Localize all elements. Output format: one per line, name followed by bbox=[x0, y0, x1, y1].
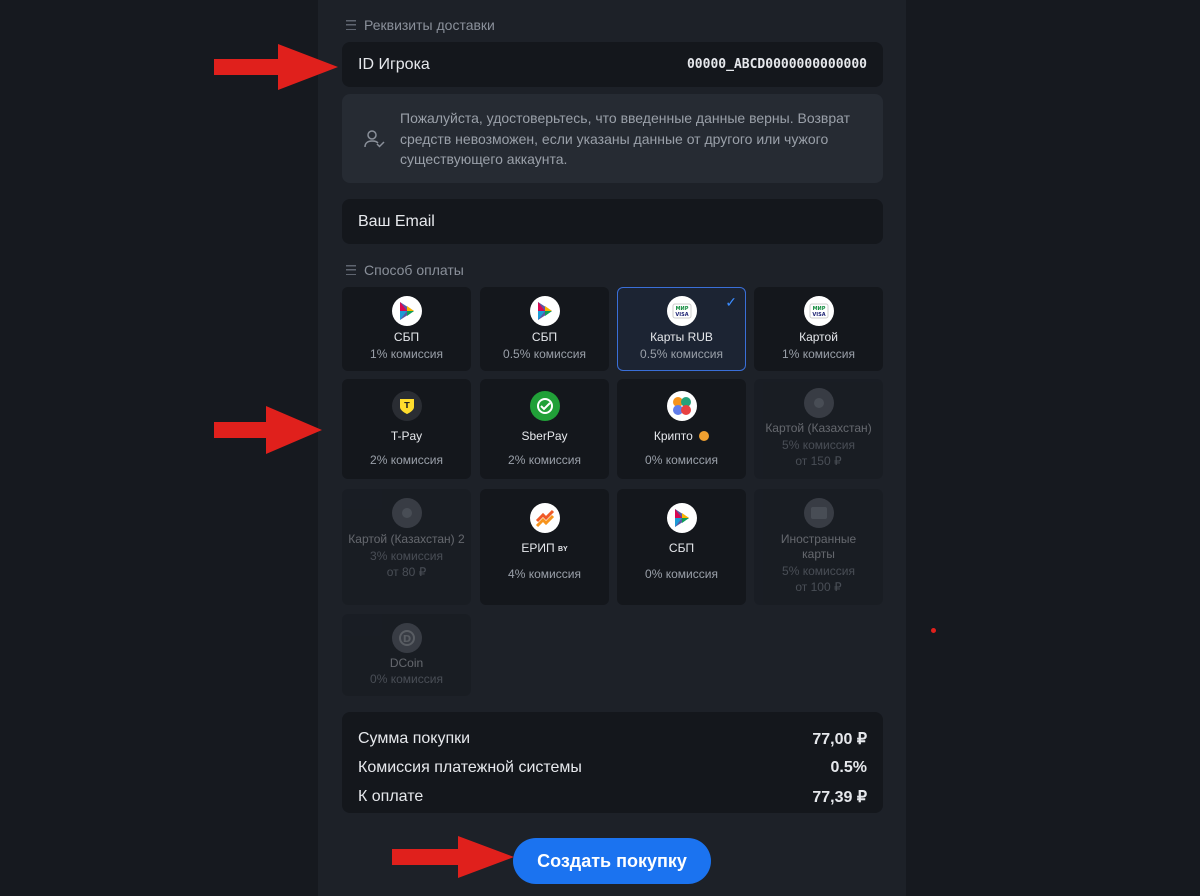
player-id-field[interactable]: ID Игрока 00000_ABCD0000000000000 bbox=[342, 42, 883, 87]
payment-method-fee: 2% комиссия bbox=[370, 453, 443, 467]
svg-text:VISA: VISA bbox=[675, 312, 688, 318]
email-field[interactable]: Ваш Email bbox=[342, 199, 883, 244]
payment-method-fee: 0.5% комиссия bbox=[640, 347, 723, 361]
payment-method-card[interactable]: МИР VISA Картой 1% комиссия bbox=[754, 287, 883, 371]
tpay-icon: T bbox=[391, 391, 422, 421]
total-label: К оплате bbox=[358, 787, 424, 805]
kz-card-icon bbox=[391, 498, 422, 528]
fee-value: 0.5% bbox=[830, 758, 867, 776]
sbp-icon bbox=[666, 503, 697, 533]
annotation-arrow-icon bbox=[214, 44, 338, 90]
payment-method-min: от 100 ₽ bbox=[795, 580, 842, 594]
svg-text:VISA: VISA bbox=[812, 312, 825, 318]
player-id-label: ID Игрока bbox=[358, 55, 430, 73]
summary-row-purchase: Сумма покупки 77,00 ₽ bbox=[358, 724, 867, 753]
total-value: 77,39 ₽ bbox=[812, 788, 867, 806]
summary-row-total: К оплате 77,39 ₽ bbox=[358, 782, 867, 811]
payment-method-name: SberPay bbox=[521, 429, 568, 443]
summary-row-fee: Комиссия платежной системы 0.5% bbox=[358, 753, 867, 782]
delivery-section-title: Реквизиты доставки bbox=[346, 17, 495, 33]
payment-method-min: от 80 ₽ bbox=[386, 565, 427, 579]
payment-method-sbp-1[interactable]: СБП 1% комиссия bbox=[342, 287, 471, 371]
payment-method-name: Картой (Казахстан) bbox=[765, 421, 872, 435]
sberpay-icon bbox=[529, 391, 560, 421]
svg-text:D: D bbox=[402, 634, 410, 645]
foreign-card-icon bbox=[803, 498, 834, 528]
payment-method-name: СБП bbox=[668, 541, 695, 555]
mir-visa-card-icon: МИР VISA bbox=[803, 296, 834, 326]
payment-method-name: Иностранные карты bbox=[780, 532, 857, 561]
payment-method-fee: 4% комиссия bbox=[508, 567, 581, 581]
payment-method-fee: 2% комиссия bbox=[508, 453, 581, 467]
sbp-icon bbox=[391, 296, 422, 326]
payment-method-fee: 3% комиссия bbox=[370, 549, 443, 563]
kz-card-icon bbox=[803, 388, 834, 418]
payment-method-crypto[interactable]: Крипто 0% комиссия bbox=[617, 379, 746, 479]
payment-method-card-kazakhstan: Картой (Казахстан) 5% комиссия от 150 ₽ bbox=[754, 379, 883, 479]
check-icon: ✓ bbox=[725, 294, 737, 310]
payment-method-card-kazakhstan-2: Картой (Казахстан) 2 3% комиссия от 80 ₽ bbox=[342, 489, 471, 605]
payment-method-name: Карты RUB bbox=[650, 330, 713, 344]
crypto-icon bbox=[666, 391, 697, 421]
payment-method-tpay[interactable]: T T-Pay 2% комиссия bbox=[342, 379, 471, 479]
player-id-value: 00000_ABCD0000000000000 bbox=[686, 57, 867, 72]
user-check-icon bbox=[364, 130, 385, 148]
payment-method-name: DCoin bbox=[389, 656, 424, 670]
annotation-arrow-icon bbox=[214, 406, 322, 454]
payment-method-min: от 150 ₽ bbox=[795, 454, 842, 468]
create-purchase-button[interactable]: Создать покупку bbox=[513, 838, 711, 884]
payment-method-fee: 5% комиссия bbox=[782, 438, 855, 452]
coin-badge-icon bbox=[699, 431, 710, 441]
notice-text: Пожалуйста, удостоверьтесь, что введенны… bbox=[400, 110, 851, 167]
payment-method-name: Картой bbox=[799, 330, 838, 344]
payment-section-title: Способ оплаты bbox=[346, 262, 464, 278]
payment-method-name: СБП bbox=[531, 330, 558, 344]
payment-method-name: Картой (Казахстан) 2 bbox=[348, 532, 465, 546]
email-placeholder: Ваш Email bbox=[358, 212, 435, 230]
payment-method-name: СБП bbox=[393, 330, 420, 344]
payment-method-erip[interactable]: ЕРИП BY 4% комиссия bbox=[480, 489, 609, 605]
svg-text:T: T bbox=[404, 401, 410, 410]
erip-icon bbox=[529, 503, 560, 533]
payment-method-fee: 0% комиссия bbox=[645, 567, 718, 581]
payment-method-sberpay[interactable]: SberPay 2% комиссия bbox=[480, 379, 609, 479]
payment-method-name: T-Pay bbox=[390, 429, 423, 443]
payment-method-dcoin: D DCoin 0% комиссия bbox=[342, 614, 471, 696]
payment-method-foreign-cards: Иностранные карты 5% комиссия от 100 ₽ bbox=[754, 489, 883, 605]
purchase-label: Сумма покупки bbox=[358, 729, 471, 747]
purchase-value: 77,00 ₽ bbox=[812, 730, 867, 748]
payment-method-fee: 0.5% комиссия bbox=[503, 347, 586, 361]
payment-method-sbp-2[interactable]: СБП 0.5% комиссия bbox=[480, 287, 609, 371]
payment-method-name-row: ЕРИП BY bbox=[480, 541, 609, 555]
payment-method-name: ЕРИП bbox=[521, 541, 555, 555]
payment-method-fee: 0% комиссия bbox=[370, 672, 443, 686]
payment-method-fee: 1% комиссия bbox=[370, 347, 443, 361]
list-icon bbox=[346, 20, 356, 30]
payment-method-name-row: Крипто bbox=[617, 429, 746, 443]
list-icon bbox=[346, 265, 356, 275]
payment-method-fee: 5% комиссия bbox=[782, 564, 855, 578]
fee-label: Комиссия платежной системы bbox=[358, 758, 582, 776]
annotation-arrow-icon bbox=[392, 836, 514, 878]
mir-visa-card-icon: МИР VISA bbox=[666, 296, 697, 326]
payment-method-fee: 1% комиссия bbox=[782, 347, 855, 361]
payment-method-name: Крипто bbox=[653, 429, 693, 443]
payment-method-fee: 0% комиссия bbox=[645, 453, 718, 467]
verification-notice: Пожалуйста, удостоверьтесь, что введенны… bbox=[342, 94, 883, 183]
payment-method-sbp-3[interactable]: СБП 0% комиссия bbox=[617, 489, 746, 605]
sbp-icon bbox=[529, 296, 560, 326]
payment-method-cards-rub[interactable]: ✓ МИР VISA Карты RUB 0.5% комиссия bbox=[617, 287, 746, 371]
dcoin-icon: D bbox=[391, 623, 422, 653]
country-suffix: BY bbox=[557, 546, 568, 553]
order-summary: Сумма покупки 77,00 ₽ Комиссия платежной… bbox=[342, 712, 883, 813]
annotation-dot bbox=[931, 628, 936, 633]
